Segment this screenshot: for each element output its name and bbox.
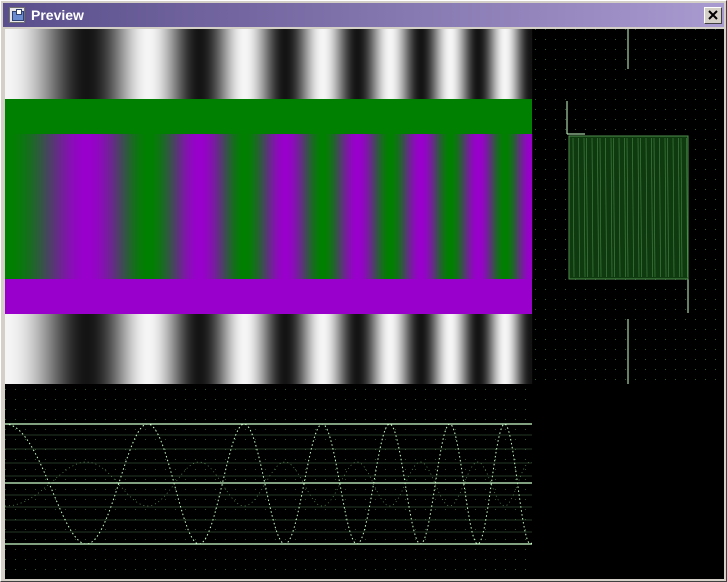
- preview-canvas: [5, 29, 724, 579]
- test-pattern-sweep: [5, 29, 533, 384]
- preview-window: Preview: [0, 0, 727, 582]
- title-bar[interactable]: Preview: [3, 3, 724, 27]
- close-icon: [708, 10, 718, 20]
- grayscale-sweep-bottom: [5, 314, 533, 384]
- purple-band: [5, 279, 532, 314]
- close-button[interactable]: [704, 7, 722, 24]
- empty-area: [532, 384, 724, 579]
- green-purple-sweep: [5, 134, 533, 279]
- waveform-monitor: [5, 384, 533, 579]
- preview-app-icon: [9, 7, 25, 23]
- window-title: Preview: [31, 7, 84, 23]
- green-band: [5, 99, 532, 134]
- vector-scope: [532, 29, 724, 384]
- grayscale-sweep-top: [5, 29, 533, 99]
